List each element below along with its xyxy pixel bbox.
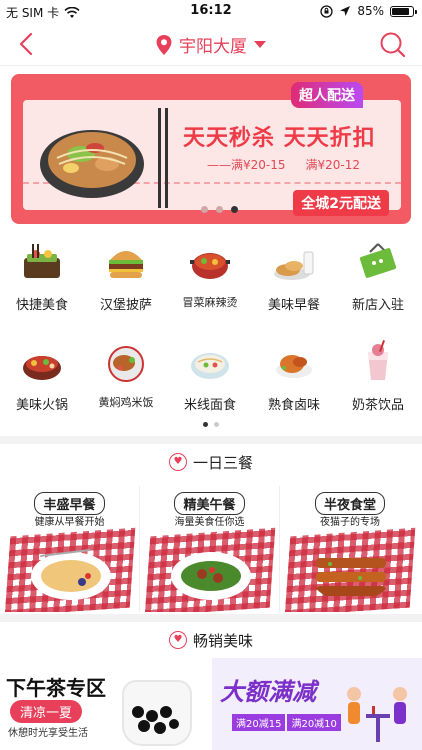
bubble-tea-illustration — [122, 680, 192, 746]
category-pagination — [0, 422, 422, 427]
location-label: 宇阳大厦 — [179, 37, 247, 57]
banner-badge-top: 超人配送 — [291, 82, 363, 108]
new-store-sign-icon — [359, 243, 397, 278]
stirfry-plate-illustration — [171, 552, 251, 600]
promo-big-discount[interactable]: 大额满减 满20减15 满20减10 — [212, 658, 422, 750]
page-dot-active — [203, 422, 208, 427]
caret-down-icon — [254, 41, 266, 48]
braised-meat-icon — [276, 355, 312, 378]
promo-banner[interactable]: 超人配送 天天秒杀 天天折扣 ——满¥20-15 满¥20-12 全城2元配送 — [11, 74, 411, 224]
noodle-bowl-illustration — [40, 130, 144, 198]
category-item[interactable]: 米线面食 — [168, 332, 252, 418]
promo-subtitle: 休憩时光享受生活 — [8, 728, 88, 739]
battery-icon — [390, 5, 417, 17]
promo-tag: 满20减10 — [287, 714, 341, 731]
meals-section-header: ♥ 一日三餐 — [0, 444, 422, 480]
promo-afternoon-tea[interactable]: 下午茶专区 清凉一夏 休憩时光享受生活 — [0, 658, 210, 750]
status-right: 85% — [320, 4, 417, 18]
section-divider — [0, 436, 422, 444]
battery-fill — [392, 7, 409, 15]
page-dot-active — [231, 206, 238, 213]
bento-box-icon — [24, 244, 60, 278]
banner-headline: 天天秒杀 天天折扣 — [183, 126, 376, 151]
category-item[interactable]: 黄焖鸡米饭 — [84, 332, 168, 418]
promo-tags: 满20减15 满20减10 — [232, 714, 341, 731]
meal-title: 半夜食堂 — [314, 492, 385, 515]
banner-deal-1: ——满¥20-15 — [207, 158, 286, 172]
noodle-bowl-icon — [191, 353, 229, 379]
meal-title: 精美午餐 — [174, 492, 245, 515]
category-item[interactable]: 美味火锅 — [0, 332, 84, 418]
meal-card-breakfast[interactable]: 丰盛早餐 健康从早餐开始 — [0, 486, 140, 612]
category-grid: 快捷美食 汉堡披萨 冒菜麻辣烫 美味早餐 新店入驻 美味火锅 黄焖鸡米饭 米线面… — [0, 232, 422, 432]
category-label: 美味早餐 — [267, 298, 320, 313]
status-bar: 无 SIM 卡 16:12 85% — [0, 0, 422, 22]
page-dot — [216, 206, 223, 213]
meal-desc: 海量美食任你选 — [174, 517, 245, 528]
category-label: 奶茶饮品 — [351, 398, 404, 413]
hotpot-icon — [23, 356, 61, 380]
category-label: 快捷美食 — [15, 298, 68, 313]
meal-desc: 夜猫子的专场 — [320, 517, 380, 528]
meal-desc: 健康从早餐开始 — [34, 517, 105, 528]
search-icon[interactable] — [378, 30, 406, 58]
dining-couple-illustration — [347, 687, 407, 742]
category-label: 米线面食 — [183, 398, 236, 413]
map-pin-icon — [156, 34, 172, 55]
battery-percent: 85% — [357, 4, 384, 18]
category-label: 熟食卤味 — [267, 398, 320, 413]
meal-title: 丰盛早餐 — [34, 492, 105, 515]
category-item[interactable]: 美味早餐 — [252, 232, 336, 318]
section-divider — [0, 614, 422, 622]
heart-icon: ♥ — [168, 453, 187, 471]
spicy-pot-icon — [190, 253, 230, 279]
meal-card-latenight[interactable]: 半夜食堂 夜猫子的专场 — [280, 486, 420, 612]
banner-badge-bottom: 全城2元配送 — [293, 190, 389, 216]
hot-section-title: 畅销美味 — [192, 631, 253, 650]
promo-title: 大额满减 — [220, 678, 316, 706]
burger-icon — [109, 251, 143, 278]
meals-section-title: 一日三餐 — [192, 453, 253, 472]
category-label: 汉堡披萨 — [99, 298, 152, 313]
rotation-lock-icon — [320, 4, 333, 18]
category-label: 美味火锅 — [15, 398, 68, 413]
banner-deals: ——满¥20-15 满¥20-12 — [207, 156, 360, 173]
crepe-plate-illustration — [31, 549, 111, 600]
banner-deal-2: 满¥20-12 — [305, 158, 361, 172]
location-arrow-icon — [340, 6, 351, 16]
category-item[interactable]: 汉堡披萨 — [84, 232, 168, 318]
milk-tea-icon — [368, 340, 388, 380]
page-dot — [201, 206, 208, 213]
chopsticks-illustration — [158, 108, 168, 208]
hot-section-header: ♥ 畅销美味 — [0, 622, 422, 658]
category-label: 冒菜麻辣烫 — [182, 296, 238, 309]
banner-pagination — [201, 206, 238, 213]
promo-row: 下午茶专区 清凉一夏 休憩时光享受生活 大额满减 满20减15 满20减10 — [0, 658, 422, 750]
page-dot — [214, 422, 219, 427]
heart-icon: ♥ — [168, 631, 187, 649]
category-label: 黄焖鸡米饭 — [98, 396, 154, 409]
top-nav: 宇阳大厦 — [0, 22, 422, 66]
category-item[interactable]: 熟食卤味 — [252, 332, 336, 418]
location-selector[interactable]: 宇阳大厦 — [0, 32, 422, 57]
category-item[interactable]: 奶茶饮品 — [336, 332, 420, 418]
category-label: 新店入驻 — [351, 298, 404, 313]
meal-card-lunch[interactable]: 精美午餐 海量美食任你选 — [140, 486, 280, 612]
promo-pill: 清凉一夏 — [10, 700, 83, 723]
category-item[interactable]: 冒菜麻辣烫 — [168, 232, 252, 318]
category-item[interactable]: 新店入驻 — [336, 232, 420, 318]
boba-pearls-icon — [132, 706, 179, 734]
meals-row: 丰盛早餐 健康从早餐开始 精美午餐 海量美食任你选 半夜食堂 夜猫子的专场 — [0, 486, 422, 612]
promo-tag: 满20减15 — [232, 714, 286, 731]
promo-title: 下午茶专区 — [6, 676, 106, 700]
category-item[interactable]: 快捷美食 — [0, 232, 84, 318]
skewers-illustration — [316, 558, 386, 596]
braised-chicken-icon — [108, 346, 144, 382]
breakfast-icon — [274, 251, 314, 280]
